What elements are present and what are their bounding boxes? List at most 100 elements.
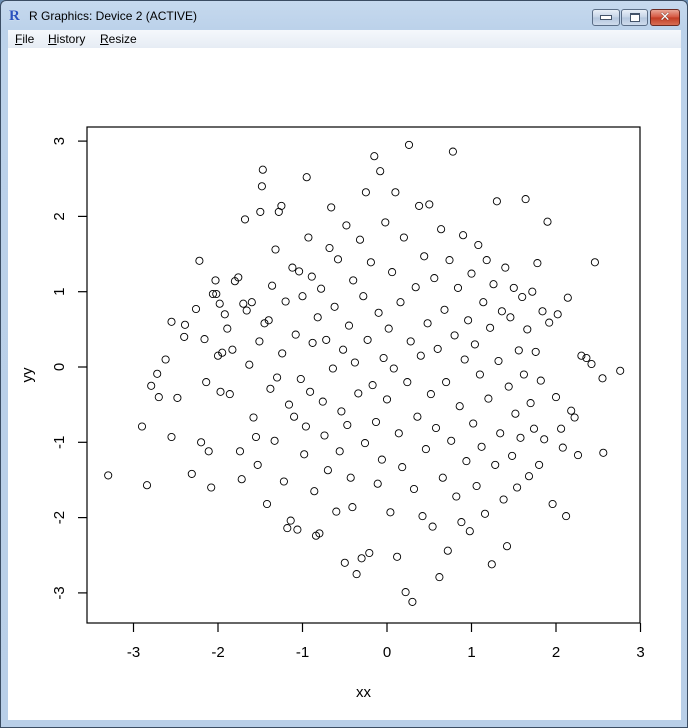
- data-point: [359, 292, 368, 301]
- data-point: [235, 447, 245, 456]
- maximize-button[interactable]: [621, 9, 648, 26]
- data-point: [330, 302, 339, 311]
- data-point: [256, 207, 265, 216]
- data-point: [442, 378, 451, 387]
- menu-resize[interactable]: Resize: [100, 32, 137, 46]
- data-point: [270, 436, 279, 445]
- data-point: [411, 283, 420, 292]
- data-point: [361, 188, 370, 197]
- data-point: [538, 307, 547, 316]
- data-point: [239, 299, 248, 308]
- data-point: [443, 546, 452, 555]
- data-point: [283, 524, 292, 533]
- data-point: [301, 422, 310, 431]
- data-point: [457, 518, 466, 527]
- data-point: [363, 335, 372, 344]
- data-point: [587, 359, 596, 369]
- data-point: [447, 436, 456, 445]
- data-point: [433, 344, 442, 353]
- data-point: [598, 374, 607, 383]
- data-point: [339, 345, 348, 354]
- data-point: [370, 152, 379, 161]
- data-point: [262, 499, 272, 509]
- data-point: [225, 390, 234, 399]
- data-point: [142, 481, 152, 490]
- data-point: [220, 310, 229, 319]
- data-point: [202, 378, 211, 387]
- data-point: [399, 233, 408, 242]
- data-point: [535, 460, 544, 469]
- scatter-plot: -3 -2 -1 0 1 2 3 -3 -2 -1 0 1 2 3 xx yy: [19, 126, 645, 701]
- data-point: [197, 438, 206, 447]
- data-point: [228, 345, 237, 354]
- data-point: [516, 433, 525, 442]
- data-point: [513, 483, 522, 492]
- data-point: [365, 548, 374, 558]
- data-point: [173, 393, 182, 402]
- data-point: [342, 221, 351, 230]
- data-point: [489, 280, 498, 289]
- data-point: [328, 364, 337, 373]
- data-point: [506, 313, 515, 322]
- data-point: [253, 460, 262, 469]
- data-point: [472, 481, 481, 491]
- menu-history-rest: istory: [56, 32, 86, 46]
- y-axis: -3 -2 -1 0 1 2 3: [51, 137, 87, 600]
- data-point: [470, 340, 479, 349]
- data-point: [394, 429, 403, 438]
- data-point: [529, 424, 539, 433]
- data-point: [308, 338, 317, 347]
- data-point: [475, 370, 484, 379]
- data-point: [420, 252, 429, 261]
- minimize-button[interactable]: [592, 9, 620, 26]
- data-point: [428, 522, 437, 531]
- data-point: [293, 525, 302, 534]
- minimize-icon: [600, 15, 612, 20]
- data-point: [528, 287, 537, 296]
- x-axis: -3 -2 -1 0 1 2 3: [127, 623, 645, 661]
- data-point: [191, 304, 201, 314]
- data-point: [104, 471, 113, 480]
- menu-file[interactable]: File: [15, 32, 34, 46]
- data-point: [509, 283, 518, 292]
- data-point: [204, 447, 213, 456]
- menu-resize-accel: R: [100, 32, 109, 46]
- data-point: [388, 268, 397, 277]
- data-point: [352, 570, 361, 579]
- data-point: [137, 422, 147, 431]
- data-point: [557, 424, 566, 433]
- data-point: [154, 393, 163, 402]
- data-point: [344, 321, 354, 330]
- data-point: [298, 292, 307, 301]
- menu-history[interactable]: History: [48, 32, 85, 46]
- title-bar[interactable]: R R Graphics: Device 2 (ACTIVE) ✕: [1, 1, 687, 31]
- data-point: [195, 256, 204, 265]
- y-tick-label: 1: [51, 288, 68, 296]
- data-point: [371, 417, 381, 427]
- data-point: [450, 331, 459, 340]
- y-axis-title: yy: [19, 367, 36, 383]
- data-point: [302, 173, 311, 182]
- data-point: [445, 256, 454, 265]
- data-point: [322, 335, 331, 344]
- y-tick-label: 2: [51, 212, 68, 220]
- data-point: [558, 443, 567, 452]
- data-point: [540, 435, 549, 444]
- data-point: [393, 552, 402, 561]
- data-point: [465, 527, 474, 536]
- data-point: [421, 445, 430, 454]
- data-point: [277, 201, 286, 210]
- data-point: [379, 353, 388, 363]
- data-point: [563, 293, 572, 302]
- data-point: [340, 558, 349, 567]
- close-button[interactable]: ✕: [650, 9, 680, 26]
- data-point: [448, 147, 457, 156]
- data-point: [257, 182, 266, 191]
- data-point: [382, 395, 392, 404]
- data-point: [440, 305, 449, 314]
- menu-resize-rest: esize: [108, 32, 137, 46]
- data-point: [255, 337, 264, 346]
- data-point: [306, 387, 315, 396]
- data-point: [247, 298, 256, 307]
- menu-bar: File History Resize: [8, 30, 681, 48]
